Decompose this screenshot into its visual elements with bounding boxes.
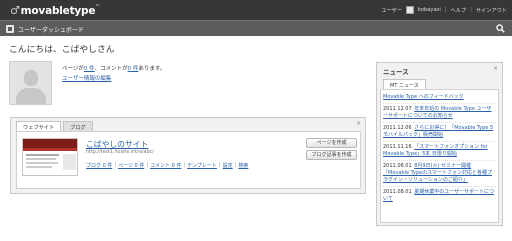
site-link-templates[interactable]: テンプレート xyxy=(187,162,217,169)
user-label: ユーザー xyxy=(381,7,402,14)
search-icon[interactable] xyxy=(496,24,505,33)
news-list: Movable Type へのフィードバック 2011.12.07 年末年始の … xyxy=(380,89,499,223)
menu-separator: | xyxy=(444,7,447,13)
top-bar: ♂movabletype™ ユーザー kobayasi | ヘルプ | サインア… xyxy=(0,0,512,20)
site-link-settings[interactable]: 設定 xyxy=(223,162,233,169)
logo-text: movabletype xyxy=(20,5,96,17)
sites-widget-close-icon[interactable]: × xyxy=(356,120,361,127)
news-item-link[interactable]: Movable Type へのフィードバック xyxy=(383,94,464,100)
link-separator: | xyxy=(218,162,221,168)
news-item: 2011.08.01 夏期休業中のユーザーサポートについて xyxy=(383,189,496,205)
news-date: 2011.12.06 xyxy=(383,125,412,131)
avatar-head-shape xyxy=(24,70,38,86)
stats-comments-prefix: 、コメントが xyxy=(94,66,128,72)
news-item: 2011.12.07 年末年始の Movable Type ユーザーサポートにつ… xyxy=(383,106,496,123)
site-name-link[interactable]: こばやしのサイト xyxy=(86,139,148,150)
news-widget-title: ニュース xyxy=(383,68,409,76)
sites-widget: ウェブサイト ブログ × こばやしのサイト http://test1.husit… xyxy=(10,117,366,194)
logo-mark-icon: ♂ xyxy=(10,4,20,17)
menu-separator: | xyxy=(470,7,472,13)
site-link-comments[interactable]: コメント 0 件 xyxy=(150,162,181,169)
link-separator: | xyxy=(234,162,237,168)
dashboard-title: ユーザーダッシュボード xyxy=(18,27,84,34)
create-page-button[interactable]: ページを作成 xyxy=(306,138,357,148)
create-entry-button[interactable]: ブログ記事を作成 xyxy=(306,150,357,160)
site-link-blogs[interactable]: ブログ 0 件 xyxy=(86,162,112,169)
link-separator: | xyxy=(146,162,149,168)
news-date: 2011.12.07 xyxy=(383,106,412,112)
dashboard-header: ユーザーダッシュボード xyxy=(0,20,512,36)
username-link[interactable]: kobayasi xyxy=(418,7,441,13)
news-widget-close-icon[interactable]: × xyxy=(493,65,498,72)
news-item: 2011.11.16 「スマートフォンオプション for Movable Typ… xyxy=(383,144,496,161)
tab-blogs[interactable]: ブログ xyxy=(63,121,93,131)
user-avatar xyxy=(9,61,52,105)
help-link[interactable]: ヘルプ xyxy=(451,7,467,14)
edit-profile-link[interactable]: ユーザー情報の編集 xyxy=(62,74,111,82)
news-date: 2011.08.01 xyxy=(383,163,412,169)
avatar-body-shape xyxy=(16,88,46,104)
user-avatar-icon[interactable] xyxy=(405,6,414,14)
site-panel: こばやしのサイト http://test1.husite.intra/abc/ … xyxy=(16,131,361,189)
news-item: 2011.12.06 さらにお得に！「Movable Type 5 モバイルパッ… xyxy=(383,125,496,142)
user-menu: ユーザー kobayasi | ヘルプ | サインアウト xyxy=(381,6,507,14)
greeting-heading: こんにちは、こばやしさん xyxy=(9,45,115,55)
site-link-search[interactable]: 検索 xyxy=(238,162,248,169)
link-separator: | xyxy=(114,162,117,168)
site-thumbnail[interactable] xyxy=(22,138,78,176)
site-links: ブログ 0 件 | ページ 0 件 | コメント 0 件 | テンプレート | 設定 | … xyxy=(86,162,248,169)
site-url: http://test1.husite.intra/abc/ xyxy=(86,150,154,155)
stats-suffix: あります。 xyxy=(138,66,166,72)
site-link-pages[interactable]: ページ 0 件 xyxy=(118,162,144,169)
news-date: 2011.11.16 xyxy=(383,144,412,150)
news-date: 2011.08.01 xyxy=(383,189,412,195)
stats-pages-prefix: ページが xyxy=(62,66,84,72)
comments-count-link[interactable]: 0 件 xyxy=(128,66,139,72)
signout-link[interactable]: サインアウト xyxy=(476,7,507,14)
user-stats: ページが0 件、コメントが0 件あります。 xyxy=(62,64,165,72)
logo-tm: ™ xyxy=(95,4,101,10)
news-widget: ニュース × MT ニュース Movable Type へのフィードバック 20… xyxy=(376,62,503,226)
link-separator: | xyxy=(183,162,186,168)
movabletype-logo[interactable]: ♂movabletype™ xyxy=(10,4,100,17)
dashboard-icon xyxy=(6,25,14,33)
pages-count-link[interactable]: 0 件 xyxy=(84,66,95,72)
news-item: Movable Type へのフィードバック xyxy=(383,94,496,104)
news-item: 2011.08.01 8月9日(火) セミナー開催「Movable Typeのス… xyxy=(383,163,496,187)
